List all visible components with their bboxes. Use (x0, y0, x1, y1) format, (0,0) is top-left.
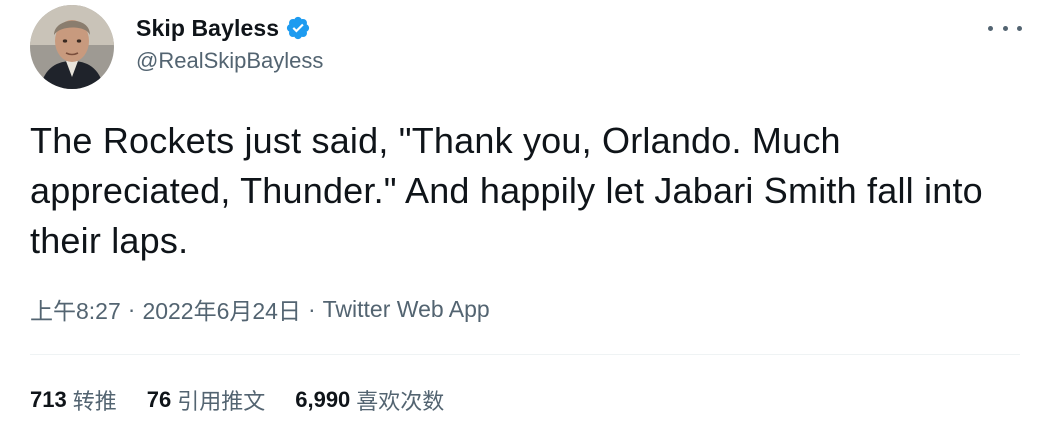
tweet-meta: 上午8:27 · 2022年6月24日 · Twitter Web App (30, 292, 490, 326)
retweets-label: 转推 (72, 389, 117, 414)
avatar[interactable] (30, 5, 114, 89)
author-name-row[interactable]: Skip Bayless (136, 12, 311, 44)
tweet-time[interactable]: 上午8:27 (30, 292, 121, 326)
quotes-count: 76 (146, 387, 172, 412)
likes-label: 喜欢次数 (356, 389, 445, 414)
quotes-label: 引用推文 (177, 389, 266, 414)
retweets-count: 713 (30, 387, 67, 412)
more-dot (988, 25, 993, 31)
tweet-source[interactable]: Twitter Web App (323, 296, 490, 323)
divider (30, 354, 1020, 355)
retweets-stat[interactable]: 713 转推 (30, 384, 117, 416)
meta-separator: · (307, 295, 316, 322)
tweet-date[interactable]: 2022年6月24日 (142, 292, 301, 326)
more-horizontal-icon[interactable] (988, 18, 1022, 38)
more-dot (1002, 25, 1008, 31)
author-display-name[interactable]: Skip Bayless (136, 15, 279, 42)
tweet-detail: Skip Bayless @RealSkipBayless The Rocket… (0, 0, 1044, 429)
author-handle[interactable]: @RealSkipBayless (136, 48, 323, 74)
more-dot (1017, 25, 1022, 31)
quotes-stat[interactable]: 76 引用推文 (147, 384, 266, 416)
likes-count: 6,990 (295, 387, 351, 412)
meta-separator: · (127, 295, 136, 322)
avatar-image (30, 5, 114, 89)
tweet-stats: 713 转推 76 引用推文 6,990 喜欢次数 (30, 384, 474, 416)
likes-stat[interactable]: 6,990 喜欢次数 (295, 384, 444, 416)
verified-badge-icon (285, 15, 311, 41)
tweet-text: The Rockets just said, "Thank you, Orlan… (30, 120, 983, 261)
